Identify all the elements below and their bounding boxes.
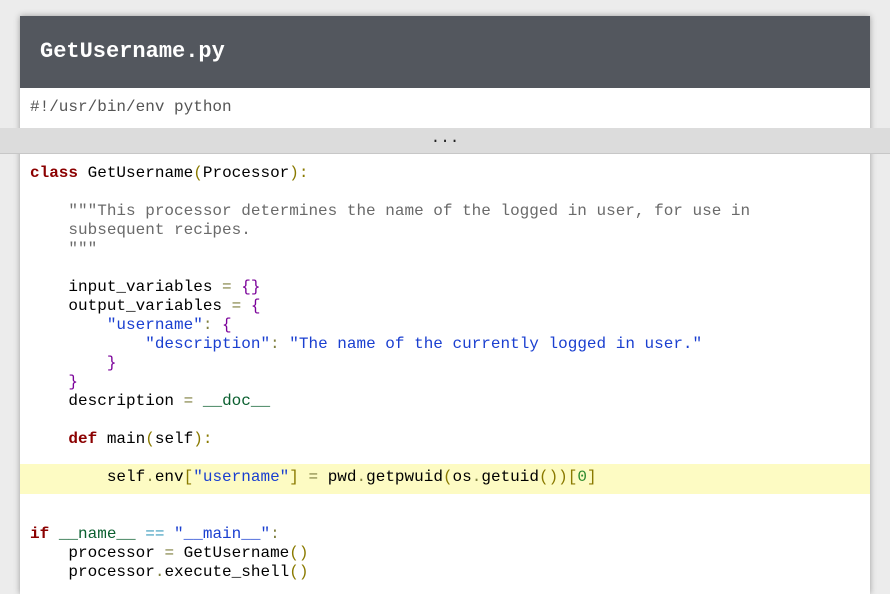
username-key-string: "username" xyxy=(193,468,290,486)
code-line-env-assign: self.env["username"] = pwd.getpwuid(os.g… xyxy=(30,468,597,487)
code-line-input-variables: input_variables = {} xyxy=(30,278,260,297)
paren-close-colon: ): xyxy=(289,164,309,182)
paren-open: ( xyxy=(145,430,155,448)
empty-call-parens: () xyxy=(289,544,309,562)
code-line-output-variables: output_variables = { xyxy=(30,297,260,316)
self-param: self xyxy=(154,430,194,448)
input-variables-name: input_variables xyxy=(68,278,213,296)
colon: : xyxy=(202,316,213,334)
execute-shell-call: execute_shell xyxy=(164,563,290,581)
keyword-class: class xyxy=(30,164,79,182)
dot: . xyxy=(154,563,165,581)
code-line-outer-brace-close: } xyxy=(30,373,78,392)
keyword-def: def xyxy=(68,430,98,448)
paren-close-colon: ): xyxy=(193,430,213,448)
file-header: GetUsername.py xyxy=(20,16,870,88)
call-parens: ()) xyxy=(538,468,568,486)
code-line-docstring-1: """This processor determines the name of… xyxy=(30,202,750,221)
code-line-description-assign: description = __doc__ xyxy=(30,392,270,411)
os-module: os xyxy=(452,468,472,486)
class-name: GetUsername xyxy=(87,164,194,182)
brace-close: } xyxy=(68,373,79,391)
paren-open: ( xyxy=(442,468,453,486)
pwd-module: pwd xyxy=(327,468,357,486)
code-line-def-main: def main(self): xyxy=(30,430,212,449)
code-line-description-entry: "description": "The name of the currentl… xyxy=(30,335,702,354)
getpwuid-call: getpwuid xyxy=(366,468,443,486)
assign-operator: = xyxy=(222,278,232,296)
dot: . xyxy=(145,468,155,486)
assign-operator: = xyxy=(308,468,319,486)
docstring-text-2: subsequent recipes. xyxy=(68,221,251,239)
brace-open: { xyxy=(222,316,232,334)
empty-dict: {} xyxy=(241,278,261,296)
description-attr-name: description xyxy=(68,392,175,410)
username-key-string: "username" xyxy=(106,316,203,334)
code-line-class-def: class GetUsername(Processor): xyxy=(30,164,308,183)
file-title: GetUsername.py xyxy=(40,39,225,64)
description-value-string: "The name of the currently logged in use… xyxy=(289,335,703,353)
method-name-main: main xyxy=(106,430,146,448)
brace-close: } xyxy=(106,354,117,372)
description-key-string: "description" xyxy=(145,335,271,353)
env-attr: env xyxy=(154,468,184,486)
doc-dunder: __doc__ xyxy=(202,392,271,410)
brace-open: { xyxy=(250,297,261,315)
colon: : xyxy=(270,335,280,353)
self-ref: self xyxy=(106,468,146,486)
code-line-shebang: #!/usr/bin/env python xyxy=(30,98,232,116)
base-class-name: Processor xyxy=(202,164,290,182)
paren-open: ( xyxy=(193,164,203,182)
code-line-if-main: if __name__ == "__main__": xyxy=(30,525,280,544)
assign-operator: = xyxy=(164,544,175,562)
code-line-docstring-2: subsequent recipes. xyxy=(30,221,251,240)
main-string: "__main__" xyxy=(174,525,271,543)
getuid-call: getuid xyxy=(481,468,539,486)
ellipsis-icon: ... xyxy=(430,129,460,147)
bracket-open: [ xyxy=(183,468,194,486)
assign-operator: = xyxy=(231,297,242,315)
bracket-open: [ xyxy=(567,468,578,486)
empty-call-parens: () xyxy=(289,563,309,581)
bracket-close: ] xyxy=(587,468,597,486)
dot: . xyxy=(356,468,367,486)
equality-operator: == xyxy=(145,525,165,543)
keyword-if: if xyxy=(30,525,50,543)
code-line-inner-brace-close: } xyxy=(30,354,117,373)
name-dunder: __name__ xyxy=(58,525,136,543)
dot: . xyxy=(471,468,482,486)
bracket-close: ] xyxy=(289,468,299,486)
docstring-text-3: """ xyxy=(68,240,98,258)
processor-var: processor xyxy=(68,563,155,581)
code-line-docstring-3: """ xyxy=(30,240,97,259)
code-line-execute-shell: processor.execute_shell() xyxy=(30,563,308,582)
colon: : xyxy=(270,525,280,543)
collapsed-lines-expander[interactable]: ... xyxy=(0,128,890,154)
docstring-text-1: """This processor determines the name of… xyxy=(68,202,751,220)
output-variables-name: output_variables xyxy=(68,297,223,315)
processor-var: processor xyxy=(68,544,155,562)
class-call: GetUsername xyxy=(183,544,290,562)
code-line-username-key: "username": { xyxy=(30,316,232,335)
index-zero: 0 xyxy=(577,468,587,486)
code-line-processor-init: processor = GetUsername() xyxy=(30,544,308,563)
assign-operator: = xyxy=(183,392,194,410)
